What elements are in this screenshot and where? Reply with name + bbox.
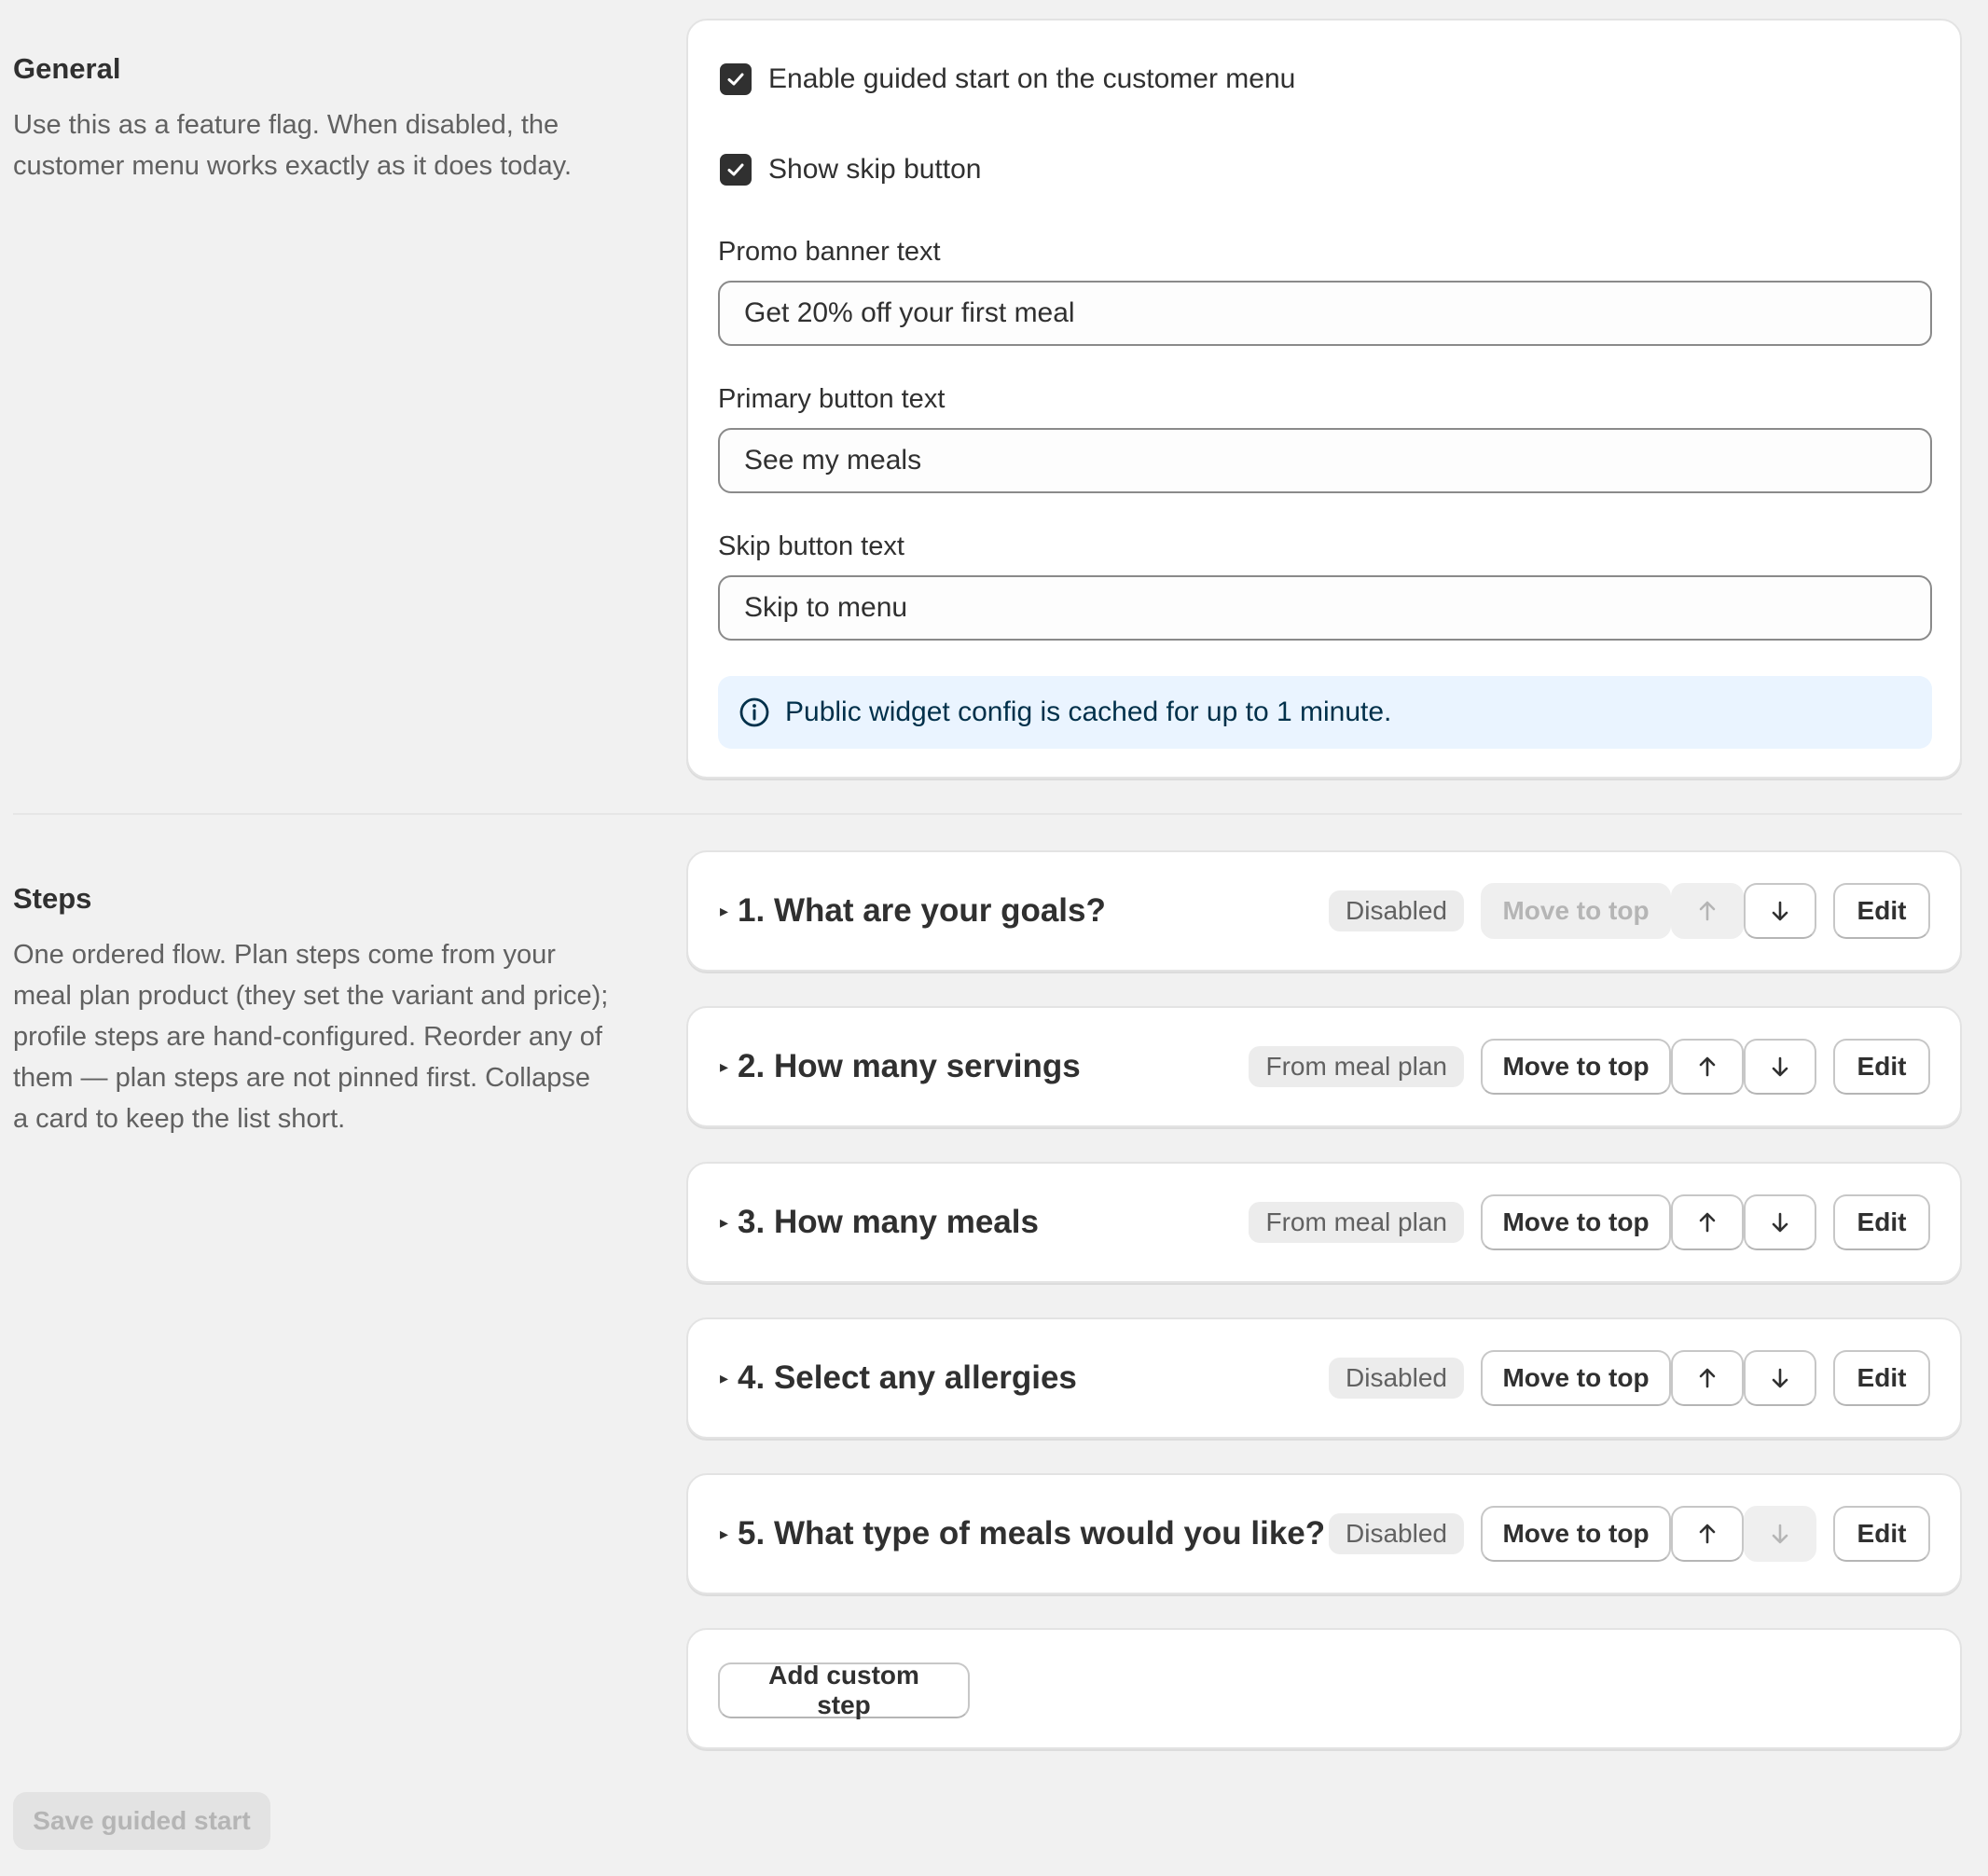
- move-up-button[interactable]: [1671, 1194, 1744, 1250]
- step-title-row[interactable]: ▸ 5. What type of meals would you like?: [720, 1475, 1325, 1593]
- arrow-up-icon: [1699, 1524, 1716, 1544]
- arrow-up-icon: [1699, 1368, 1716, 1388]
- move-up-button[interactable]: [1671, 883, 1744, 939]
- move-up-button[interactable]: [1671, 1039, 1744, 1095]
- info-banner: Public widget config is cached for up to…: [718, 676, 1932, 749]
- step-title: 2. How many servings: [738, 1048, 1081, 1084]
- step-status-badge: From meal plan: [1249, 1046, 1464, 1087]
- steps-section-label: Steps One ordered flow. Plan steps come …: [13, 882, 628, 1139]
- checkmark-icon: [727, 73, 744, 86]
- add-step-card: Add custom step: [686, 1628, 1962, 1749]
- step-actions: Disabled Move to top Edit: [1329, 1319, 1930, 1437]
- move-down-button[interactable]: [1744, 1506, 1816, 1562]
- move-up-button[interactable]: [1671, 1506, 1744, 1562]
- edit-step-button[interactable]: Edit: [1833, 883, 1930, 939]
- show-skip-checkbox[interactable]: [720, 154, 752, 186]
- step-card[interactable]: ▸ 1. What are your goals? Disabled Move to …: [686, 850, 1962, 972]
- save-guided-start-button[interactable]: Save guided start: [13, 1792, 270, 1850]
- step-title: 1. What are your goals?: [738, 892, 1106, 929]
- skip-button-input[interactable]: [718, 575, 1932, 641]
- step-actions: Disabled Move to top Edit: [1329, 1475, 1930, 1593]
- edit-step-button[interactable]: Edit: [1833, 1194, 1930, 1250]
- step-status-badge: Disabled: [1329, 1358, 1464, 1399]
- step-title-row[interactable]: ▸ 3. How many meals: [720, 1164, 1039, 1281]
- general-card: Enable guided start on the customer menu…: [686, 19, 1962, 779]
- step-status-badge: Disabled: [1329, 890, 1464, 931]
- show-skip-row[interactable]: Show skip button: [720, 154, 981, 186]
- enable-guided-start-label: Enable guided start on the customer menu: [768, 63, 1296, 94]
- edit-step-button[interactable]: Edit: [1833, 1039, 1930, 1095]
- info-icon: [739, 697, 769, 727]
- show-skip-label: Show skip button: [768, 154, 982, 185]
- primary-button-input[interactable]: [718, 428, 1932, 493]
- promo-banner-label: Promo banner text: [718, 237, 941, 267]
- arrow-down-icon: [1772, 1368, 1788, 1388]
- step-status-badge: Disabled: [1329, 1513, 1464, 1554]
- move-to-top-button[interactable]: Move to top: [1481, 1350, 1671, 1406]
- edit-step-button[interactable]: Edit: [1833, 1350, 1930, 1406]
- caret-right-icon[interactable]: ▸: [720, 1524, 728, 1544]
- step-card[interactable]: ▸ 3. How many meals From meal plan Move to …: [686, 1162, 1962, 1283]
- step-card[interactable]: ▸ 4. Select any allergies Disabled Move to …: [686, 1317, 1962, 1439]
- caret-right-icon[interactable]: ▸: [720, 1369, 728, 1388]
- step-title: 3. How many meals: [738, 1204, 1039, 1240]
- arrow-up-icon: [1699, 901, 1716, 921]
- arrow-up-icon: [1699, 1212, 1716, 1233]
- arrow-down-icon: [1772, 901, 1788, 921]
- steps-description: One ordered flow. Plan steps come from y…: [13, 940, 609, 1134]
- step-title: 4. Select any allergies: [738, 1359, 1077, 1396]
- step-actions: From meal plan Move to top Edit: [1249, 1008, 1930, 1125]
- move-up-button[interactable]: [1671, 1350, 1744, 1406]
- step-actions: From meal plan Move to top Edit: [1249, 1164, 1930, 1281]
- info-banner-text: Public widget config is cached for up to…: [785, 697, 1392, 727]
- move-to-top-button[interactable]: Move to top: [1481, 1039, 1671, 1095]
- move-down-button[interactable]: [1744, 1039, 1816, 1095]
- step-title-row[interactable]: ▸ 2. How many servings: [720, 1008, 1081, 1125]
- promo-banner-input[interactable]: [718, 281, 1932, 346]
- section-divider: [13, 813, 1962, 815]
- move-down-button[interactable]: [1744, 883, 1816, 939]
- enable-guided-start-row[interactable]: Enable guided start on the customer menu: [720, 63, 1295, 95]
- step-status-badge: From meal plan: [1249, 1202, 1464, 1243]
- caret-right-icon[interactable]: ▸: [720, 1213, 728, 1233]
- arrow-up-icon: [1699, 1056, 1716, 1077]
- edit-step-button[interactable]: Edit: [1833, 1506, 1930, 1562]
- move-down-button[interactable]: [1744, 1194, 1816, 1250]
- caret-right-icon[interactable]: ▸: [720, 902, 728, 921]
- checkmark-icon: [727, 163, 744, 176]
- step-title-row[interactable]: ▸ 4. Select any allergies: [720, 1319, 1077, 1437]
- step-title-row[interactable]: ▸ 1. What are your goals?: [720, 852, 1106, 970]
- step-actions: Disabled Move to top Edit: [1329, 852, 1930, 970]
- general-title: General: [13, 52, 121, 85]
- enable-guided-start-checkbox[interactable]: [720, 63, 752, 95]
- step-card[interactable]: ▸ 2. How many servings From meal plan Move …: [686, 1006, 1962, 1127]
- step-card[interactable]: ▸ 5. What type of meals would you like? Di…: [686, 1473, 1962, 1594]
- arrow-down-icon: [1772, 1524, 1788, 1544]
- arrow-down-icon: [1772, 1212, 1788, 1233]
- move-to-top-button[interactable]: Move to top: [1481, 1194, 1671, 1250]
- arrow-down-icon: [1772, 1056, 1788, 1077]
- primary-button-label: Primary button text: [718, 384, 946, 414]
- move-to-top-button[interactable]: Move to top: [1481, 1506, 1671, 1562]
- skip-button-label: Skip button text: [718, 531, 904, 561]
- step-title: 5. What type of meals would you like?: [738, 1515, 1326, 1552]
- general-section-label: General Use this as a feature flag. When…: [13, 52, 628, 186]
- move-to-top-button[interactable]: Move to top: [1481, 883, 1671, 939]
- steps-title: Steps: [13, 882, 92, 915]
- add-custom-step-button[interactable]: Add custom step: [718, 1661, 970, 1719]
- general-description: Use this as a feature flag. When disable…: [13, 110, 573, 181]
- caret-right-icon[interactable]: ▸: [720, 1057, 728, 1077]
- move-down-button[interactable]: [1744, 1350, 1816, 1406]
